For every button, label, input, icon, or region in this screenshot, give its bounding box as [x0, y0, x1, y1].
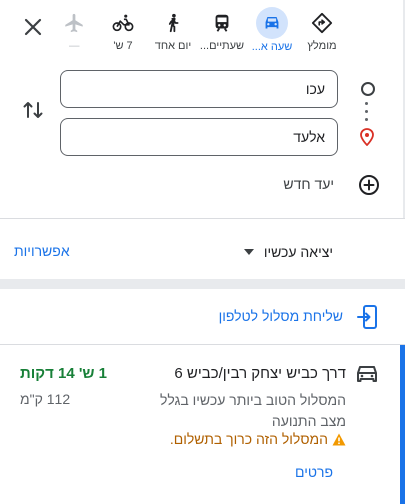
send-to-phone-label: שליחת מסלול לטלפון	[218, 308, 343, 324]
route-description: המסלול הטוב ביותר עכשיו בגלל מצב התנועה	[160, 392, 346, 429]
mode-label: שעה א...	[251, 41, 293, 53]
mode-walking[interactable]: יום אחד	[145, 8, 201, 58]
selected-route-indicator	[400, 345, 405, 504]
toll-warning-text: המסלול הזה כרוך בתשלום.	[169, 431, 328, 447]
origin-circle-icon	[361, 82, 375, 96]
route-duration: 1 ש' 14 דקות	[20, 365, 108, 382]
bike-icon	[112, 14, 134, 32]
mode-recommended[interactable]: מומלץ	[294, 8, 350, 58]
destination-pin-icon	[359, 128, 375, 147]
add-destination-button[interactable]: יעד חדש	[250, 172, 380, 198]
mode-label: 7 ש'	[113, 40, 133, 52]
route-details-link[interactable]: פרטים	[295, 464, 333, 480]
dropdown-arrow-icon	[243, 249, 254, 255]
options-link[interactable]: אפשרויות	[14, 243, 70, 259]
origin-value: עכו	[305, 81, 325, 97]
car-icon	[357, 366, 377, 382]
walk-icon	[168, 13, 179, 33]
warning-icon	[332, 433, 346, 445]
toll-warning: המסלול הזה כרוך בתשלום.	[170, 431, 346, 447]
route-distance: 112 ק"מ	[20, 391, 71, 407]
mode-cycling[interactable]: 7 ש'	[95, 8, 151, 58]
send-to-phone-icon	[357, 305, 377, 329]
plane-icon	[65, 13, 83, 33]
origin-field[interactable]: עכו	[60, 70, 338, 108]
close-icon	[24, 18, 42, 36]
depart-label: יציאה עכשיו	[263, 244, 333, 260]
mode-label: יום אחד	[154, 40, 192, 52]
car-icon	[265, 17, 279, 29]
divider	[0, 218, 405, 219]
add-destination-label: יעד חדש	[283, 176, 334, 192]
close-button[interactable]	[22, 16, 44, 38]
section-divider	[0, 279, 405, 289]
add-circle-icon	[359, 175, 379, 195]
route-title: דרך כביש יצחק רבין/כביש 6	[174, 365, 346, 382]
swap-vertical-icon	[23, 102, 43, 118]
destination-value: אלעד	[293, 129, 325, 145]
depart-now-dropdown[interactable]: יציאה עכשיו	[238, 242, 333, 262]
mode-label: מומלץ	[307, 40, 337, 52]
mode-transit[interactable]: שעתיים...	[194, 8, 250, 58]
swap-button[interactable]	[20, 97, 46, 123]
train-icon	[215, 14, 229, 32]
diamond-directions-icon	[311, 12, 333, 34]
route-dots-icon	[365, 102, 369, 122]
mode-label: —	[68, 40, 80, 52]
mode-label: שעתיים...	[199, 40, 245, 52]
send-to-phone-button[interactable]: שליחת מסלול לטלפון	[195, 302, 381, 332]
destination-field[interactable]: אלעד	[60, 118, 338, 156]
route-card[interactable]: דרך כביש יצחק רבין/כביש 6 1 ש' 14 דקות ה…	[0, 345, 405, 504]
mode-driving[interactable]: שעה א...	[244, 7, 300, 58]
mode-flight[interactable]: —	[46, 8, 102, 58]
